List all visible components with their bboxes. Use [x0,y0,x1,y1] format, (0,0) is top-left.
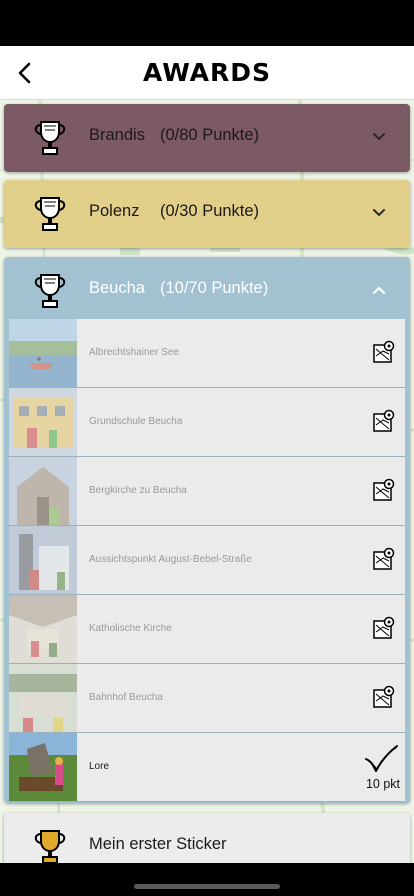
group-points: (0/80 Punkte) [160,126,260,144]
group-header[interactable]: Mein erster Sticker [4,813,410,863]
item-label: Bergkirche zu Beucha [89,485,187,496]
award-item[interactable]: Bergkirche zu Beucha [9,457,405,526]
item-label: Aussichtspunkt August-Bebel-Straße [89,554,252,565]
trophy-icon [34,121,66,155]
award-group-brandis[interactable]: Brandis (0/80 Punkte) [4,104,410,172]
item-label: Albrechtshainer See [89,347,180,358]
award-group-polenz[interactable]: Polenz (0/30 Punkte) [4,180,410,248]
award-group-beucha[interactable]: Beucha (10/70 Punkte) Albrechtshainer Se… [4,257,410,803]
chevron-down-icon[interactable] [372,206,386,220]
group-points: (0/30 Punkte) [160,202,260,220]
status-bar [0,0,414,46]
item-points: 10 pkt [365,777,400,791]
map-location-icon [373,409,395,432]
item-label: Grundschule Beucha [89,416,183,427]
header-bar: AWARDS [0,46,414,100]
group-name: Polenz [89,202,140,220]
location-photo [9,733,77,801]
location-photo [9,664,77,732]
chevron-up-icon[interactable] [372,283,386,297]
group-points: (10/70 Punkte) [160,279,269,297]
location-photo [9,595,77,663]
group-name: Mein erster Sticker [89,835,227,853]
award-item[interactable]: Katholische Kirche [9,595,405,664]
home-indicator[interactable] [134,884,280,889]
trophy-icon [34,830,66,863]
location-photo [9,388,77,456]
map-location-icon [373,478,395,501]
award-items: Albrechtshainer See Grundschule Beucha B… [9,319,405,802]
award-item-completed[interactable]: Lore 10 pkt [9,733,405,802]
chevron-down-icon[interactable] [372,130,386,144]
trophy-icon [34,197,66,231]
group-header[interactable]: Brandis (0/80 Punkte) [4,104,410,172]
group-header[interactable]: Polenz (0/30 Punkte) [4,180,410,248]
location-photo [9,457,77,525]
trophy-icon [34,274,66,308]
award-item[interactable]: Albrechtshainer See [9,319,405,388]
item-label: Bahnhof Beucha [89,692,163,703]
group-name: Beucha [89,279,145,297]
award-group-first-sticker[interactable]: Mein erster Sticker [4,813,410,863]
award-item[interactable]: Bahnhof Beucha [9,664,405,733]
award-item[interactable]: Grundschule Beucha [9,388,405,457]
bottom-bar [0,863,414,896]
item-label: Lore [89,761,110,772]
map-location-icon [373,616,395,639]
awards-list[interactable]: Brandis (0/80 Punkte) Polenz (0/30 Punkt… [0,100,414,863]
item-label: Katholische Kirche [89,623,172,634]
page-title: AWARDS [142,58,272,87]
group-header[interactable]: Beucha (10/70 Punkte) [4,257,410,325]
map-location-icon [373,685,395,708]
map-location-icon [373,547,395,570]
award-item[interactable]: Aussichtspunkt August-Bebel-Straße [9,526,405,595]
group-name: Brandis [89,126,145,144]
checkmark-icon [365,745,398,772]
location-photo [9,526,77,594]
map-location-icon [373,340,395,363]
location-photo [9,319,77,387]
